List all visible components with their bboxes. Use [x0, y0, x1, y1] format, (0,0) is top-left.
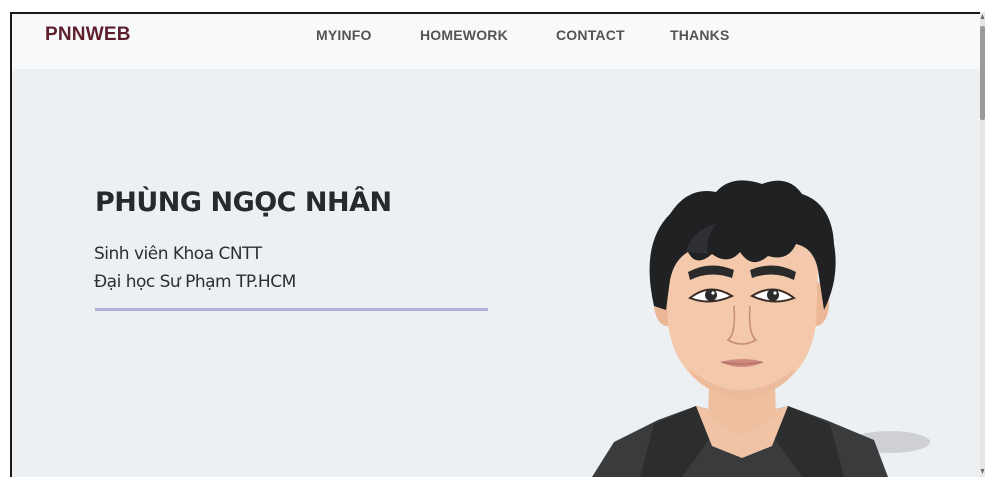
nav-link-thanks[interactable]: THANKS	[670, 27, 730, 43]
scrollbar-thumb[interactable]	[980, 26, 985, 120]
hero-subtitle-faculty: Sinh viên Khoa CNTT	[94, 244, 262, 264]
nav-link-myinfo[interactable]: MYINFO	[316, 27, 372, 43]
window-frame-left	[0, 12, 10, 477]
scroll-up-arrow-icon[interactable]	[980, 12, 985, 22]
hero-name-heading: PHÙNG NGỌC NHÂN	[95, 187, 392, 218]
top-navbar: PNNWEB MYINFO HOMEWORK CONTACT THANKS	[12, 14, 980, 69]
avatar-cartoon-portrait	[592, 180, 930, 477]
scroll-down-arrow-icon[interactable]	[980, 466, 985, 476]
hero-divider-line	[95, 308, 488, 311]
nav-link-homework[interactable]: HOMEWORK	[420, 27, 508, 43]
hero-subtitle-university: Đại học Sư Phạm TP.HCM	[94, 272, 296, 292]
page-viewport: PNNWEB MYINFO HOMEWORK CONTACT THANKS PH…	[12, 14, 980, 477]
brand-logo-link[interactable]: PNNWEB	[45, 24, 131, 46]
window-frame-top	[0, 0, 985, 12]
nav-link-contact[interactable]: CONTACT	[556, 27, 625, 43]
